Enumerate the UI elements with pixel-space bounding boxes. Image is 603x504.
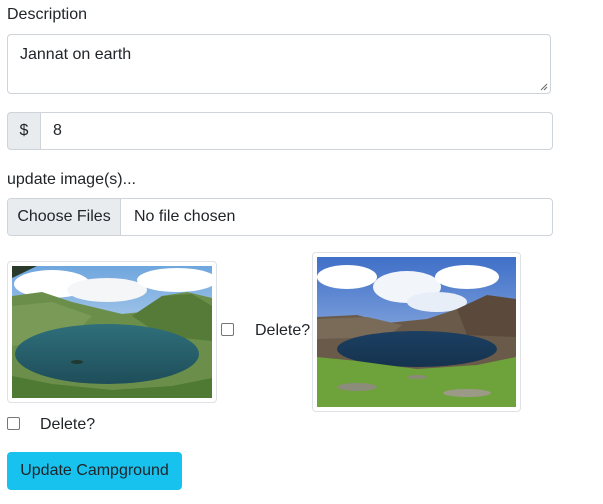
price-input[interactable]: 8 <box>40 112 553 150</box>
delete-image-1-label: Delete? <box>255 322 311 339</box>
campground-image-1 <box>7 261 217 403</box>
campground-image-2 <box>312 252 521 412</box>
resize-grip-icon[interactable] <box>540 83 548 91</box>
description-textarea[interactable]: Jannat on earth <box>7 34 551 94</box>
lake-photo-2 <box>317 257 516 407</box>
lake-photo-1 <box>12 266 212 398</box>
images-label: update image(s)... <box>7 171 136 188</box>
delete-image-1-checkbox[interactable] <box>221 323 234 336</box>
currency-addon: $ <box>7 112 40 150</box>
description-text: Jannat on earth <box>20 46 132 63</box>
edit-campground-form: Description Jannat on earth $ 8 update i… <box>0 0 603 504</box>
file-status: No file chosen <box>134 208 236 225</box>
description-label: Description <box>7 6 88 23</box>
delete-image-2-checkbox[interactable] <box>7 417 20 430</box>
update-campground-button[interactable]: Update Campground <box>7 452 182 490</box>
price-input-group: $ 8 <box>7 112 553 150</box>
choose-files-button[interactable]: Choose Files <box>8 199 121 235</box>
delete-image-2-label: Delete? <box>40 416 96 433</box>
file-input[interactable]: Choose Files No file chosen <box>7 198 553 236</box>
